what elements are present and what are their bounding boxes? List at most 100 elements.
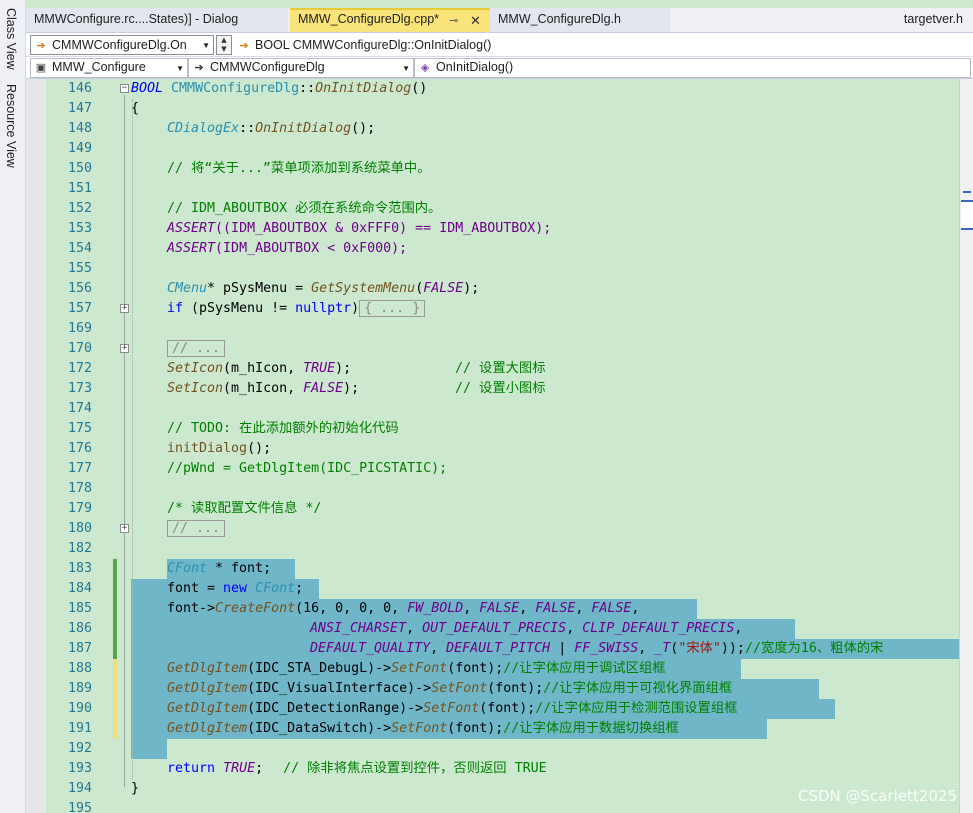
punctuation: , [519,601,536,616]
code-line: CMenu* pSysMenu = GetSystemMenu(FALSE); [167,279,479,299]
punctuation: , [566,621,583,636]
line-number: 173 [67,381,92,396]
project-combo[interactable]: ▣ MMW_Configure ▼ [30,58,188,78]
line-number: 175 [67,421,92,436]
tab-configuredlg-cpp[interactable]: MMW_ConfigureDlg.cpp* ⊸ ✕ [290,8,494,32]
line-number: 147 [67,101,92,116]
nav-spin-buttons[interactable]: ▲ ▼ [216,35,232,55]
brace: } [131,781,140,796]
class-name: CMenu [167,281,208,296]
line-number: 188 [67,661,92,676]
expand-icon[interactable]: + [120,304,129,313]
close-icon[interactable]: ✕ [470,13,481,29]
function-name: SetFont [431,681,488,696]
macro: DEFAULT_PITCH [446,641,551,656]
collapsed-block[interactable]: // ... [167,340,226,357]
code-comment: /* 读取配置文件信息 */ [167,501,322,516]
keyword: new [223,581,248,596]
function-name: SetFont [423,701,480,716]
collapse-icon[interactable]: − [120,84,129,93]
code-line: SetIcon(m_hIcon, FALSE); // 设置小图标 [167,379,546,399]
function-combo-value: BOOL CMMWConfigureDlg::OnInitDialog() [255,38,492,52]
code-line: BOOL CMMWConfigureDlg::OnInitDialog() [131,79,427,99]
function-combo[interactable]: ➔ BOOL CMMWConfigureDlg::OnInitDialog() [234,35,971,55]
punctuation: (); [247,441,272,456]
function-name: SetIcon [167,381,224,396]
code-line: GetDlgItem(IDC_DataSwitch)->SetFont(font… [167,719,679,739]
line-number: 183 [67,561,92,576]
scope-combo[interactable]: ➔ CMMWConfigureDlg.On ▼ [30,35,214,55]
chevron-down-icon: ▼ [202,41,210,50]
code-line: return TRUE; // 除非将焦点设置到控件，否则返回 TRUE [167,759,547,779]
punctuation: (); [351,121,376,136]
class-name: CDialogEx [167,121,240,136]
expand-icon[interactable]: + [120,344,129,353]
macro: DEFAULT_QUALITY [310,641,431,656]
code-line: DEFAULT_QUALITY, DEFAULT_PITCH | FF_SWIS… [310,639,883,659]
vertical-scrollbar[interactable] [959,79,973,813]
function-name: GetSystemMenu [311,281,416,296]
change-indicator-unsaved [113,659,117,739]
string-literal: "宋体" [678,641,721,656]
code-comment: //让字体应用于可视化界面组框 [543,681,733,696]
expression: (IDM_ABOUTBOX < 0xF000); [215,241,408,256]
code-text: (16, 0, 0, 0, [295,601,408,616]
function-name: OnInitDialog [315,81,412,96]
code-text: (m_hIcon, [223,361,304,376]
expand-icon[interactable]: + [120,524,129,533]
scroll-marker [963,191,971,193]
collapsed-block[interactable]: // ... [167,520,226,537]
code-line: CFont * font; [167,559,271,579]
tab-configuredlg-h[interactable]: MMW_ConfigureDlg.h [490,8,670,32]
code-text: (IDC_DetectionRange)-> [247,701,424,716]
member-combo[interactable]: ◈ OnInitDialog() [414,58,971,78]
code-comment: //让字体应用于调试区组框 [503,661,666,676]
code-line: GetDlgItem(IDC_DetectionRange)->SetFont(… [167,699,737,719]
punctuation: ) [351,301,360,316]
method-icon: ◈ [420,62,430,74]
line-number: 170 [67,341,92,356]
line-number: 156 [67,281,92,296]
chevron-down-icon[interactable]: ▼ [217,45,231,54]
code-editor[interactable]: − + + + 146 147 148 149 150 151 152 153 … [26,79,973,813]
line-number: 176 [67,441,92,456]
line-number: 172 [67,361,92,376]
line-number: 182 [67,541,92,556]
keyword: return [167,761,216,776]
code-text: (font); [447,661,504,676]
chevron-up-icon[interactable]: ▲ [217,36,231,45]
tab-label: MMWConfigure.rc....States)] - Dialog [34,12,239,26]
line-number: 187 [67,641,92,656]
line-number: 146 [67,81,92,96]
code-text: (font); [487,681,544,696]
function-name: GetDlgItem [167,661,248,676]
code-line: ASSERT(IDM_ABOUTBOX < 0xF000); [167,239,407,259]
line-number: 195 [67,801,92,813]
line-number: 184 [67,581,92,596]
project-icon: ▣ [35,62,47,74]
arrow-right-icon: ➔ [36,40,46,52]
collapsed-block[interactable]: { ... } [359,300,426,317]
tab-targetver-h[interactable]: targetver.h [904,12,963,26]
code-text: * font; [207,561,272,576]
function-name: GetDlgItem [167,681,248,696]
pin-icon[interactable]: ⊸ [449,14,458,27]
class-view-tab[interactable]: Class View [4,8,18,70]
macro: FALSE [423,281,464,296]
punctuation: ); [343,381,360,396]
tab-rc-dialog[interactable]: MMWConfigure.rc....States)] - Dialog [26,8,288,32]
keyword: if [167,301,184,316]
macro: FALSE [479,601,520,616]
code-line: font = new CFont; [167,579,303,599]
function-name: SetFont [391,721,448,736]
class-combo[interactable]: ➔ CMMWConfigureDlg ▼ [188,58,414,78]
line-number: 189 [67,681,92,696]
scope-combo-value: CMMWConfigureDlg.On [52,38,187,52]
resource-view-tab[interactable]: Resource View [4,84,18,168]
chevron-down-icon: ▼ [402,64,410,73]
scroll-thumb[interactable] [961,200,973,230]
line-number: 153 [67,221,92,236]
line-number: 193 [67,761,92,776]
fold-line [124,95,125,787]
